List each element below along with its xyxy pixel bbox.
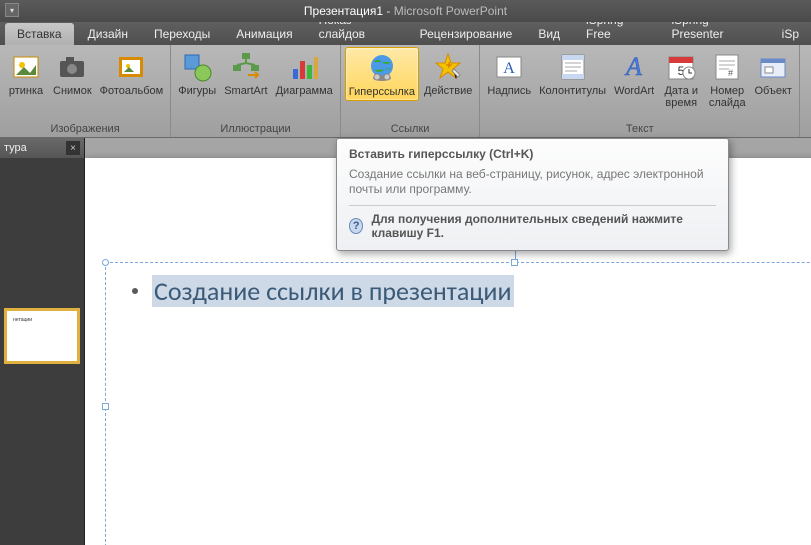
smartart-button[interactable]: SmartArt [221,47,270,99]
thumb-text: ннтации [13,317,32,323]
globe-icon [366,52,398,84]
button-label: Колонтитулы [539,85,606,97]
qat-dropdown[interactable]: ▾ [5,3,19,17]
ribbon-group: πФорм [800,45,811,137]
tab-переходы[interactable]: Переходы [142,23,222,45]
app-title: Microsoft PowerPoint [394,4,507,18]
pane-header: тура × [0,138,84,158]
wordart-button[interactable]: A WordArt [611,47,657,99]
star-icon [432,51,464,83]
number-icon: # [711,51,743,83]
hyperlink-tooltip: Вставить гиперссылку (Ctrl+K) Создание с… [336,138,729,251]
button-label: Фотоальбом [100,85,164,97]
button-label: Объект [755,85,792,97]
picture-icon [10,51,42,83]
picture-button[interactable]: ртинка [4,47,48,99]
button-label: Надпись [487,85,531,97]
ribbon-group: ртинка Снимок Фотоальбом Изображения [0,45,171,137]
help-icon: ? [349,218,363,234]
textbox-button[interactable]: A Надпись [484,47,534,99]
bullet-text[interactable]: Создание ссылки в презентации [152,275,514,307]
shapes-button[interactable]: Фигуры [175,47,219,99]
doc-title: Презентация1 [304,4,383,18]
camera-icon [56,51,88,83]
shapes-icon [181,51,213,83]
chart-button[interactable]: Диаграмма [273,47,336,99]
content-placeholder[interactable]: Создание ссылки в презентации [105,262,811,545]
ribbon: ртинка Снимок Фотоальбом Изображения Фигуры S… [0,45,811,138]
headerfooter-icon [557,51,589,83]
screenshot-button[interactable]: Снимок [50,47,95,99]
chart-icon [288,51,320,83]
equation-button[interactable]: πФорм [804,47,811,99]
slide-thumbnail[interactable]: ннтации [4,308,80,364]
button-label: ртинка [9,85,43,97]
hyperlink-button[interactable]: Гиперссылка [345,47,419,101]
bullet-icon [132,288,138,294]
button-label: SmartArt [224,85,267,97]
datetime-icon: 5 [665,51,697,83]
outline-pane: тура × ннтации [0,138,85,545]
button-label: Диаграмма [276,85,333,97]
tooltip-body: Создание ссылки на веб-страницу, рисунок… [349,167,716,197]
resize-handle[interactable] [511,259,518,266]
tab-дизайн[interactable]: Дизайн [76,23,140,45]
tooltip-title: Вставить гиперссылку (Ctrl+K) [349,147,716,161]
group-label [804,134,811,137]
wordart-icon: A [618,51,650,83]
tab-isp[interactable]: iSp [770,23,811,45]
slidenumber-button[interactable]: #Номер слайда [705,47,749,111]
svg-text:A: A [503,60,515,77]
button-label: Снимок [53,85,92,97]
title-bar: ▾ Презентация1 - Microsoft PowerPoint [0,0,811,22]
ribbon-group: Гиперссылка Действие Ссылки [341,45,481,137]
group-label: Текст [484,122,795,137]
svg-text:A: A [624,52,642,81]
object-button[interactable]: Объект [751,47,795,99]
button-label: Дата и время [664,85,698,109]
group-label: Изображения [4,122,166,137]
button-label: Гиперссылка [349,86,415,98]
tooltip-footer: ? Для получения дополнительных сведений … [349,205,716,240]
resize-handle[interactable] [102,259,109,266]
resize-handle[interactable] [102,403,109,410]
object-icon [757,51,789,83]
tab-анимация[interactable]: Анимация [224,23,304,45]
ribbon-tabs: ВставкаДизайнПереходыАнимацияПоказ слайд… [0,22,811,45]
ribbon-group: Фигуры SmartArt Диаграмма Иллюстрации [171,45,341,137]
button-label: Фигуры [178,85,216,97]
bullet-line[interactable]: Создание ссылки в презентации [132,275,514,307]
album-icon [115,51,147,83]
datetime-button[interactable]: 5Дата и время [659,47,703,111]
photoalbum-button[interactable]: Фотоальбом [97,47,167,99]
textbox-icon: A [493,51,525,83]
button-label: Номер слайда [709,85,746,109]
group-label: Иллюстрации [175,122,336,137]
action-button[interactable]: Действие [421,47,475,99]
close-icon[interactable]: × [66,141,80,155]
tab-вид[interactable]: Вид [526,23,572,45]
smartart-icon [230,51,262,83]
button-label: WordArt [614,85,654,97]
group-label: Ссылки [345,122,476,137]
pane-title: тура [4,142,27,154]
ribbon-group: A Надпись Колонтитулы A WordArt 5Дата и время… [480,45,800,137]
headerfooter-button[interactable]: Колонтитулы [536,47,609,99]
tab-вставка[interactable]: Вставка [5,23,74,45]
button-label: Действие [424,85,472,97]
tab-рецензирование[interactable]: Рецензирование [408,23,525,45]
